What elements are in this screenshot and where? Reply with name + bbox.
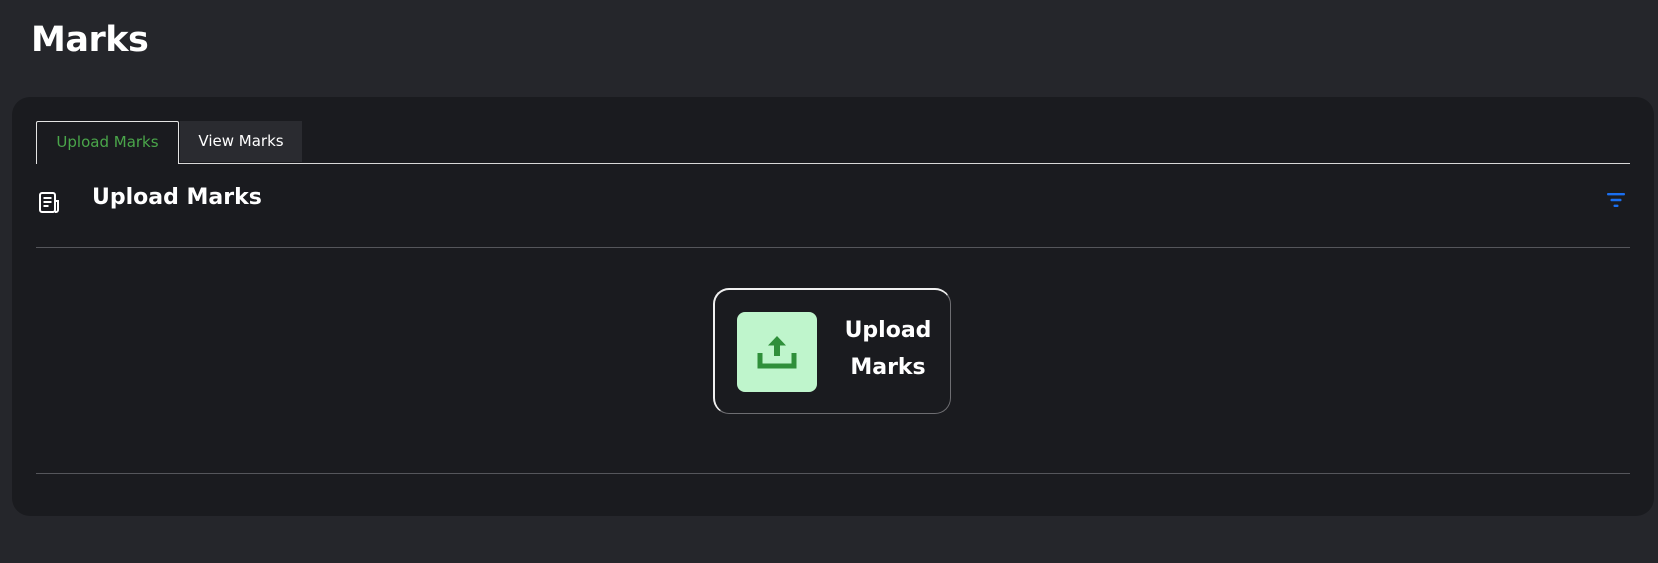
upload-marks-label: Upload Marks — [833, 312, 943, 386]
document-icon — [38, 191, 62, 215]
upload-icon — [757, 336, 797, 369]
upload-icon-tile — [737, 312, 817, 392]
section-divider-top — [36, 247, 1630, 248]
marks-panel: Upload Marks View Marks Upload Marks Upl… — [12, 97, 1654, 516]
tab-bar: Upload Marks View Marks — [36, 121, 1630, 164]
page-title: Marks — [31, 20, 149, 60]
tab-view-marks[interactable]: View Marks — [180, 121, 302, 162]
section-title: Upload Marks — [92, 185, 262, 210]
tab-upload-marks[interactable]: Upload Marks — [36, 121, 179, 164]
upload-label-line2: Marks — [850, 355, 926, 380]
filter-icon[interactable] — [1606, 191, 1626, 209]
section-divider-bottom — [36, 473, 1630, 474]
upload-marks-button[interactable]: Upload Marks — [713, 288, 951, 414]
upload-label-line1: Upload — [844, 318, 932, 343]
section-header: Upload Marks — [36, 179, 1630, 219]
